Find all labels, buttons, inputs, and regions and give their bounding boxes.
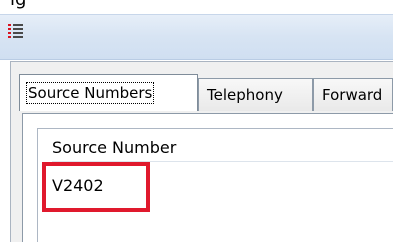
tab-forward-label: Forward: [322, 86, 383, 104]
cropped-heading-text: ig: [10, 0, 26, 9]
window-titlebar: [0, 14, 393, 60]
tab-source-numbers-label: Source Numbers: [25, 82, 155, 104]
tab-telephony[interactable]: Telephony: [198, 78, 313, 111]
tab-telephony-label: Telephony: [207, 86, 283, 104]
tab-forward[interactable]: Forward: [313, 78, 393, 111]
source-number-column-header[interactable]: Source Number: [52, 138, 176, 157]
highlight-box: [42, 162, 150, 212]
tab-strip: Source Numbers Telephony Forward: [19, 74, 393, 115]
tab-source-numbers[interactable]: Source Numbers: [19, 74, 198, 111]
list-icon: [8, 24, 23, 38]
screenshot-canvas: ig Source Numbers Telephony Forward Sour…: [0, 0, 393, 242]
